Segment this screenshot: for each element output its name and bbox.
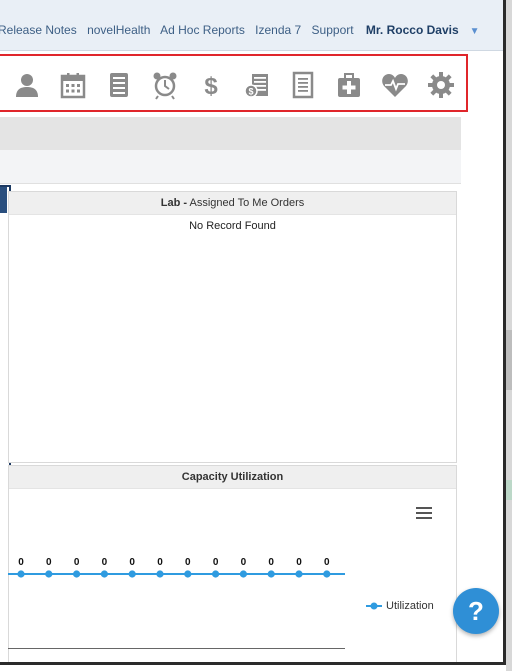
chevron-down-icon: ▼ [469,26,480,37]
utilization-data-label: 0 [18,557,24,568]
utilization-point[interactable] [17,570,25,578]
utilization-point[interactable] [212,570,220,578]
calendar-icon[interactable] [57,69,89,101]
billing-dollar-icon[interactable]: $ [195,69,227,101]
background-window-edge [506,0,512,671]
hamburger-menu-icon[interactable] [416,507,432,519]
utilization-point[interactable] [295,570,303,578]
utilization-data-label: 0 [241,557,247,568]
nav-links: Release Notes novelHealth Ad Hoc Reports… [0,23,494,37]
svg-text:$: $ [204,73,218,100]
subheader-band [0,150,461,184]
lab-title-text: Assigned To Me Orders [187,197,305,209]
utilization-data-label: 0 [296,557,302,568]
app-window: Release Notes novelHealth Ad Hoc Reports… [0,0,506,665]
utilization-data-label: 0 [213,557,219,568]
utilization-point[interactable] [73,570,81,578]
lab-orders-panel-title: Lab - Assigned To Me Orders [9,192,456,215]
header-band [0,117,461,150]
left-panel-tab[interactable] [0,187,7,213]
utilization-point[interactable] [239,570,247,578]
legend-label: Utilization [386,600,434,612]
utilization-point[interactable] [184,570,192,578]
utilization-point[interactable] [128,570,136,578]
nav-support-link[interactable]: Support [312,23,354,37]
x-axis-line [8,648,345,649]
settings-gear-icon[interactable] [425,69,457,101]
nav-release-notes-link[interactable]: Release Notes [0,23,77,37]
legend-marker [366,602,382,610]
alarm-clock-icon[interactable] [149,69,181,101]
top-navigation-bar: Release Notes novelHealth Ad Hoc Reports… [0,0,503,51]
lab-title-prefix: Lab - [160,197,188,209]
utilization-data-label: 0 [74,557,80,568]
payments-icon[interactable]: $ [241,69,273,101]
help-button[interactable]: ? [453,588,499,634]
nav-ad-hoc-reports-link[interactable]: Ad Hoc Reports [160,23,245,37]
utilization-data-label: 0 [185,557,191,568]
utilization-data-label: 0 [46,557,52,568]
utilization-point[interactable] [45,570,53,578]
capacity-utilization-title: Capacity Utilization [9,466,456,489]
utilization-data-label: 0 [129,557,135,568]
patient-icon[interactable] [11,69,43,101]
utilization-chart: 0 0 0 0 0 0 0 0 0 0 0 0 [8,557,345,578]
document-icon[interactable] [287,69,319,101]
svg-text:$: $ [248,87,253,97]
user-name: Mr. Rocco Davis [365,23,459,37]
lab-orders-panel: Lab - Assigned To Me Orders No Record Fo… [8,191,457,463]
utilization-data-label: 0 [157,557,163,568]
utilization-data-label: 0 [324,557,330,568]
nav-izenda-link[interactable]: Izenda 7 [255,23,301,37]
utilization-data-label: 0 [102,557,108,568]
chart-legend[interactable]: Utilization [366,600,434,612]
medical-kit-icon[interactable] [333,69,365,101]
heart-health-icon[interactable] [379,69,411,101]
utilization-point[interactable] [100,570,108,578]
module-toolbar: $ $ [0,54,468,112]
utilization-point[interactable] [156,570,164,578]
utilization-point[interactable] [323,570,331,578]
user-menu[interactable]: Mr. Rocco Davis ▼ [366,23,487,37]
utilization-data-label: 0 [268,557,274,568]
no-record-message: No Record Found [189,220,276,232]
utilization-point[interactable] [267,570,275,578]
records-icon[interactable] [103,69,135,101]
nav-novelhealth-link[interactable]: novelHealth [87,23,150,37]
